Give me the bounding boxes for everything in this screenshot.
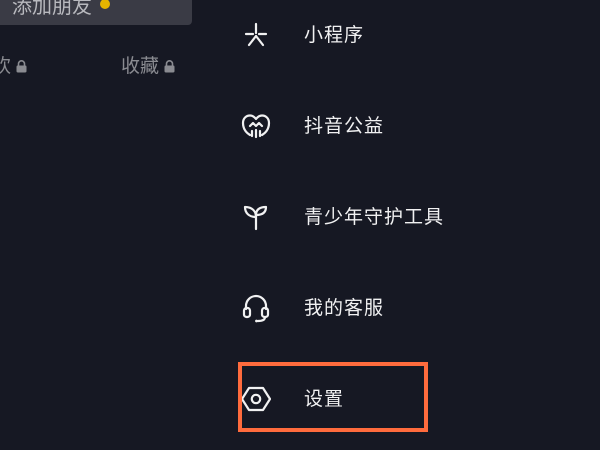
side-drawer-menu: 小程序 抖音公益 青少年守护工具 我的客服 设置 [212,0,600,450]
menu-item-customer-service[interactable]: 我的客服 [240,278,580,338]
menu-item-label: 抖音公益 [304,115,385,137]
menu-item-label: 我的客服 [304,297,385,319]
tab-favorites-label: 收藏 [121,55,160,77]
lock-icon [16,55,27,79]
app-screen: 添加朋友 欢 收藏 小程序 抖音公益 青少年守护工具 我的客服 设置 [0,0,600,450]
lock-icon [164,55,175,79]
menu-item-mini-program[interactable]: 小程序 [240,5,580,65]
mini-program-icon [240,19,272,51]
add-friend-label: 添加朋友 [12,0,92,18]
tab-favorites[interactable]: 收藏 [121,54,175,79]
menu-item-youth-protection[interactable]: 青少年守护工具 [240,187,580,247]
settings-hexagon-icon [240,383,272,415]
tab-likes[interactable]: 欢 [0,54,27,79]
headset-icon [240,292,272,324]
notification-dot [100,0,110,9]
charity-heart-icon [240,110,272,142]
tab-likes-label: 欢 [0,55,12,77]
menu-item-label: 青少年守护工具 [304,206,445,228]
add-friend-button[interactable]: 添加朋友 [0,0,192,25]
menu-item-settings[interactable]: 设置 [240,369,580,429]
profile-panel-dimmed: 添加朋友 欢 收藏 [0,0,212,450]
sprout-icon [240,201,272,233]
menu-item-charity[interactable]: 抖音公益 [240,96,580,156]
menu-item-label: 小程序 [304,24,365,46]
menu-item-label: 设置 [304,388,345,410]
